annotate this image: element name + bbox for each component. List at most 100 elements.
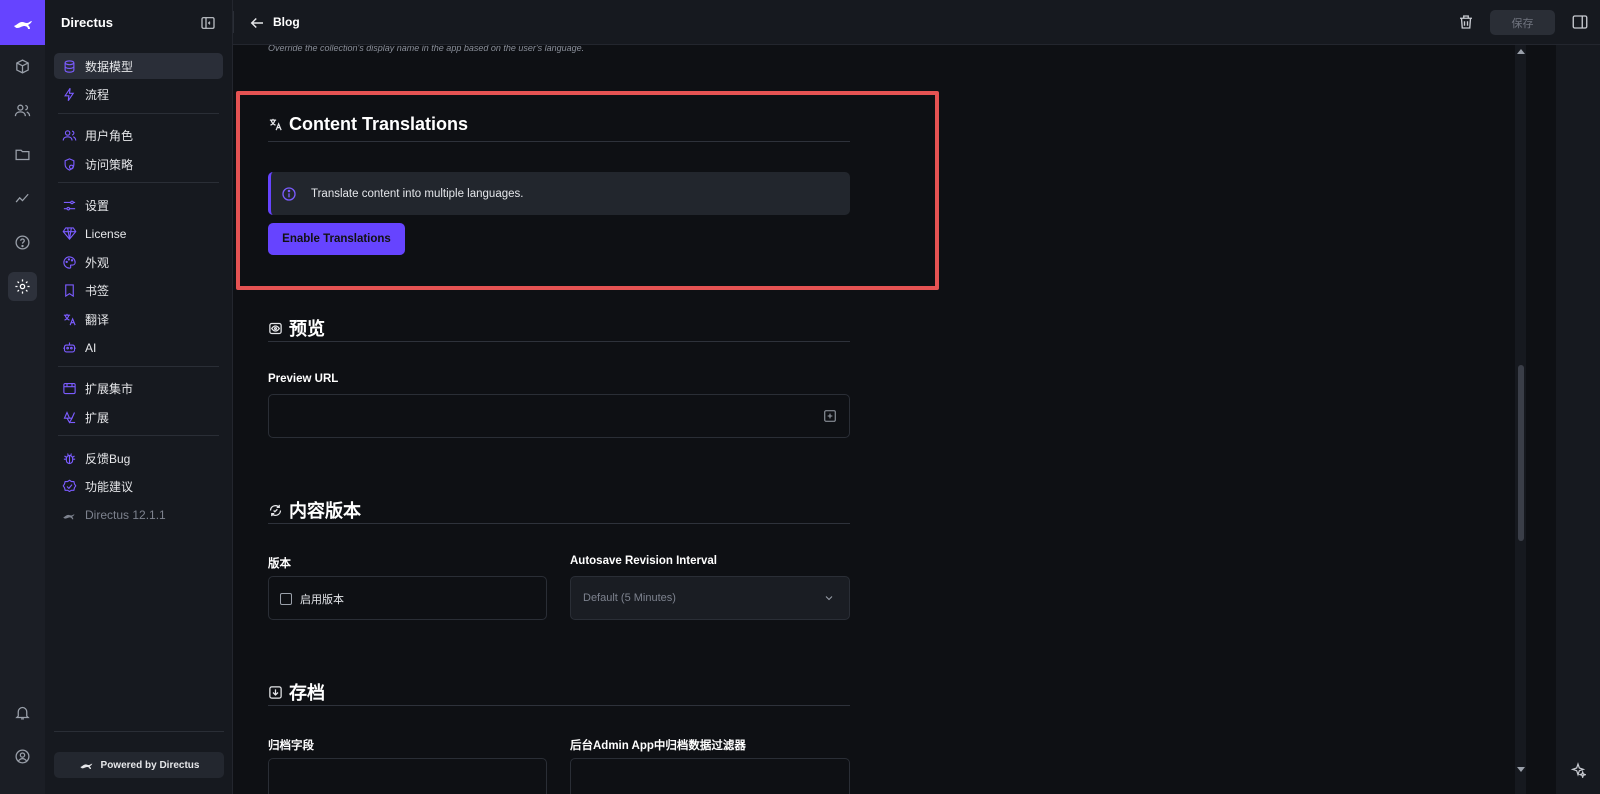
nav-item-appearance[interactable]: 外观 — [54, 249, 223, 275]
nav-item-data-model[interactable]: 数据模型 — [54, 53, 223, 79]
insights-module-icon[interactable] — [8, 184, 37, 213]
nav-item-label: 用户角色 — [85, 129, 134, 143]
robot-icon — [63, 342, 76, 353]
nav-item-label: 翻译 — [85, 312, 110, 327]
archive-icon — [269, 685, 282, 699]
directus-logo[interactable] — [0, 0, 45, 45]
bug-icon — [63, 452, 76, 464]
verified-icon — [62, 479, 77, 493]
nav-header: Directus — [45, 0, 232, 45]
nav-item-ai[interactable]: AI — [54, 335, 223, 361]
save-button[interactable]: 保存 — [1490, 10, 1555, 35]
main-content: Override the collection's display name i… — [233, 45, 1556, 794]
select-value: Default (5 Minutes) — [583, 592, 676, 604]
user-avatar-icon[interactable] — [8, 742, 37, 771]
section-title-translations: Content Translations — [268, 114, 468, 135]
app-root: Directus 数据模型 流程 用户角色 访问策略 设置 License 外观… — [0, 0, 1600, 794]
nav-item-label: 扩展集市 — [85, 382, 134, 396]
right-sidebar-rail — [1556, 45, 1600, 794]
section-title-archive: 存档 — [268, 679, 325, 705]
files-module-icon[interactable] — [8, 140, 37, 169]
nav-item-label: 数据模型 — [85, 59, 134, 74]
archive-field-label: 归档字段 — [268, 740, 314, 752]
nav-item-settings[interactable]: 设置 — [54, 192, 223, 218]
preview-url-input[interactable] — [268, 394, 850, 438]
nav-item-label: 反馈Bug — [85, 451, 131, 466]
nav-item-license[interactable]: License — [54, 221, 223, 247]
powered-label: Powered by Directus — [100, 759, 200, 771]
toggle-sidebar-icon[interactable] — [1571, 13, 1589, 31]
nav-item-bookmarks[interactable]: 书签 — [54, 278, 223, 304]
sliders-icon — [63, 200, 76, 210]
chevron-down-icon — [825, 596, 833, 601]
powered-by-directus[interactable]: Powered by Directus — [54, 752, 224, 778]
scroll-thumb[interactable] — [1518, 365, 1524, 541]
nav-item-version[interactable]: Directus 12.1.1 — [54, 502, 223, 528]
nav-item-marketplace[interactable]: 扩展集市 — [54, 376, 223, 402]
content-module-icon[interactable] — [8, 52, 37, 81]
section-divider — [268, 705, 850, 706]
settings-navigation: Directus 数据模型 流程 用户角色 访问策略 设置 License 外观… — [45, 0, 233, 794]
header-bar: Blog 保存 — [233, 0, 1600, 45]
users-module-icon[interactable] — [8, 96, 37, 125]
nav-item-label: 功能建议 — [85, 480, 134, 494]
archive-field-select[interactable] — [268, 758, 547, 794]
autosave-interval-select[interactable]: Default (5 Minutes) — [570, 576, 850, 620]
notifications-bell-icon[interactable] — [8, 698, 37, 727]
scroll-down-arrow[interactable] — [1517, 767, 1525, 772]
translate-icon — [63, 313, 76, 325]
settings-module-icon[interactable] — [8, 272, 37, 301]
enable-version-checkbox[interactable] — [280, 593, 292, 605]
nav-item-user-roles[interactable]: 用户角色 — [54, 123, 223, 149]
policy-icon — [64, 157, 75, 171]
nav-item-label: 访问策略 — [85, 157, 134, 172]
bolt-icon — [64, 87, 75, 102]
nav-item-label: 书签 — [85, 284, 110, 298]
enable-version-checkbox-row[interactable]: 启用版本 — [280, 591, 344, 607]
nav-divider — [58, 435, 219, 436]
nav-item-flows[interactable]: 流程 — [54, 82, 223, 108]
collapse-sidebar-icon[interactable] — [200, 15, 216, 31]
version-sync-icon — [269, 504, 282, 516]
nav-item-access-policies[interactable]: 访问策略 — [54, 151, 223, 177]
header-divider — [233, 11, 234, 33]
nav-item-feature-request[interactable]: 功能建议 — [54, 474, 223, 500]
nav-divider — [58, 182, 219, 183]
add-box-icon[interactable] — [823, 409, 837, 423]
enable-version-field: 启用版本 — [268, 576, 547, 620]
back-arrow-icon[interactable] — [248, 14, 266, 32]
version-label: 版本 — [268, 558, 291, 570]
users-icon — [62, 130, 77, 141]
autosave-label: Autosave Revision Interval — [570, 555, 717, 567]
rabbit-logo-icon — [13, 20, 32, 29]
directus-logo-icon — [63, 513, 75, 519]
nav-item-translations[interactable]: 翻译 — [54, 306, 223, 332]
enable-translations-button[interactable]: Enable Translations — [268, 223, 405, 255]
content-scrollbar[interactable] — [1515, 45, 1526, 794]
extension-icon — [63, 410, 76, 424]
page-title: Blog — [273, 15, 300, 29]
section-divider — [268, 341, 850, 342]
nav-item-report-bug[interactable]: 反馈Bug — [54, 445, 223, 471]
nav-divider — [58, 365, 219, 367]
section-title-text: 预览 — [289, 319, 325, 339]
bookmark-icon — [65, 284, 74, 298]
nav-divider — [54, 731, 224, 732]
section-title-text: 存档 — [289, 683, 325, 703]
database-icon — [64, 59, 75, 73]
scroll-up-arrow[interactable] — [1517, 49, 1525, 54]
notice-text: Translate content into multiple language… — [311, 187, 524, 200]
preview-url-label: Preview URL — [268, 373, 339, 385]
nav-item-label: 外观 — [85, 255, 110, 270]
help-module-icon[interactable] — [8, 228, 37, 257]
nav-item-label: 流程 — [85, 88, 110, 102]
archive-filter-field[interactable] — [570, 758, 850, 794]
collection-name-hint: Override the collection's display name i… — [268, 45, 585, 53]
nav-item-extensions[interactable]: 扩展 — [54, 404, 223, 430]
checkbox-label: 启用版本 — [300, 594, 344, 606]
ai-sparkle-icon[interactable] — [1570, 762, 1586, 778]
delete-trash-icon[interactable] — [1457, 13, 1475, 31]
nav-item-label: License — [85, 226, 127, 241]
section-divider — [268, 141, 850, 142]
module-rail — [0, 0, 45, 794]
